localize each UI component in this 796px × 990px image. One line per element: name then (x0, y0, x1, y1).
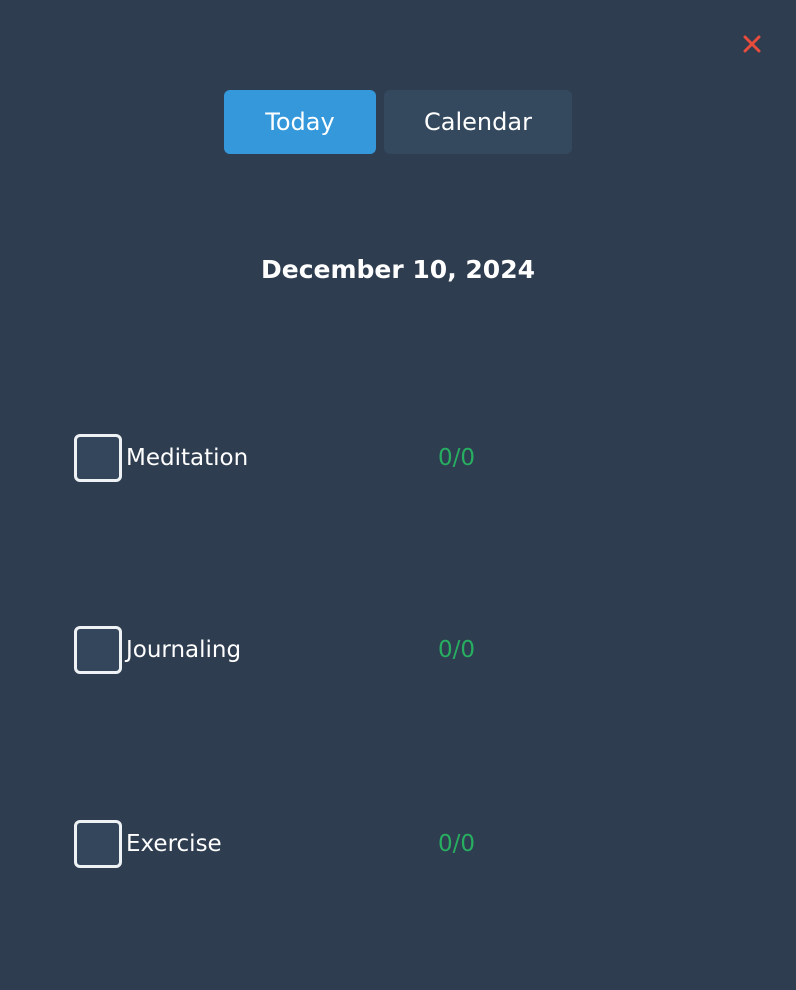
habit-label: Meditation (126, 445, 249, 471)
habit-progress: 0/0 (438, 831, 476, 857)
habit-row: Journaling 0/0 (74, 626, 674, 674)
habit-row: Meditation 0/0 (74, 434, 674, 482)
tab-calendar[interactable]: Calendar (384, 90, 572, 154)
close-icon (743, 35, 761, 53)
view-tabs: Today Calendar (224, 90, 572, 154)
habit-progress: 0/0 (438, 445, 476, 471)
habit-checkbox[interactable] (74, 626, 122, 674)
tab-today[interactable]: Today (224, 90, 376, 154)
habit-progress: 0/0 (438, 637, 476, 663)
habit-checkbox[interactable] (74, 820, 122, 868)
date-title: December 10, 2024 (261, 255, 535, 284)
habit-checkbox[interactable] (74, 434, 122, 482)
habit-label: Journaling (126, 637, 242, 663)
habit-label: Exercise (126, 831, 222, 857)
close-button[interactable] (740, 32, 764, 56)
habit-row: Exercise 0/0 (74, 820, 674, 868)
